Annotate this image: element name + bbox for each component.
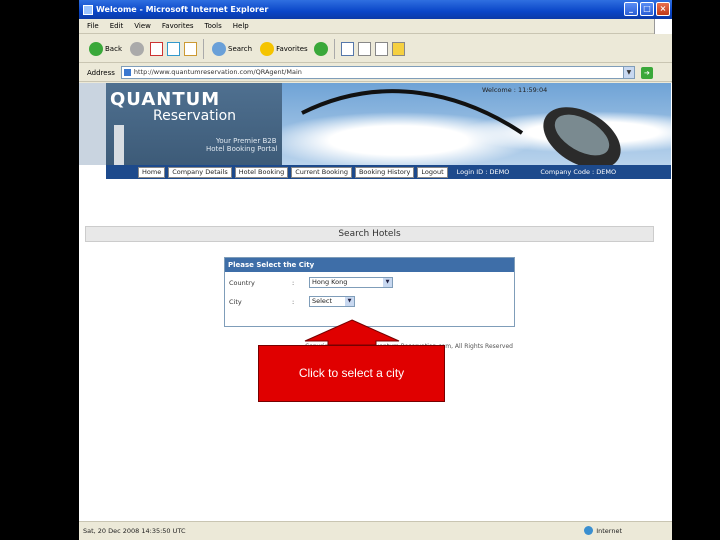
country-row: Country : Hong Kong ▼ <box>229 277 509 288</box>
messenger-icon[interactable] <box>391 41 405 56</box>
minimize-button[interactable]: _ <box>624 2 638 16</box>
city-row: City : Select ▼ <box>229 296 509 307</box>
search-label: Search <box>228 44 253 53</box>
mail-icon[interactable] <box>340 41 354 56</box>
window-controls: _ □ × <box>624 2 670 16</box>
window-title: Welcome - Microsoft Internet Explorer <box>96 5 269 14</box>
site-banner: QUANTUM Reservation Your Premier B2B Hot… <box>79 83 671 165</box>
nav-current-booking[interactable]: Current Booking <box>291 166 352 178</box>
nav-company-details[interactable]: Company Details <box>168 166 232 178</box>
toolbar-separator <box>203 38 204 59</box>
maximize-button[interactable]: □ <box>640 2 654 16</box>
star-icon <box>260 41 275 56</box>
brand-sub: Reservation <box>153 108 237 124</box>
slide-stage: Welcome - Microsoft Internet Explorer _ … <box>0 0 720 540</box>
menu-view[interactable]: View <box>134 22 151 30</box>
search-hotels-header: Search Hotels <box>85 226 654 242</box>
print-icon[interactable] <box>357 41 371 56</box>
favorites-button[interactable]: Favorites <box>258 39 310 59</box>
city-value: Select <box>312 297 333 305</box>
country-value: Hong Kong <box>312 278 348 286</box>
address-label: Address <box>87 68 115 77</box>
brand-tagline-2: Hotel Booking Portal <box>206 145 278 153</box>
panel-title: Please Select the City <box>225 258 514 272</box>
back-arrow-icon <box>89 41 103 56</box>
country-select[interactable]: Hong Kong ▼ <box>309 277 393 288</box>
menu-help[interactable]: Help <box>233 22 249 30</box>
nav-booking-history[interactable]: Booking History <box>354 166 415 178</box>
brand-name: QUANTUM <box>110 89 221 110</box>
refresh-icon[interactable] <box>167 41 180 56</box>
back-label: Back <box>105 44 122 53</box>
city-label: City <box>229 297 242 306</box>
search-button[interactable]: Search <box>210 39 254 59</box>
standard-toolbar: Back Search Favorites <box>79 35 672 63</box>
status-text: Sat, 20 Dec 2008 14:35:50 UTC <box>83 527 186 535</box>
company-code: Company Code : DEMO <box>540 168 617 176</box>
search-icon <box>212 41 226 56</box>
city-colon: : <box>292 297 295 306</box>
page-content: QUANTUM Reservation Your Premier B2B Hot… <box>79 83 672 521</box>
menu-favorites[interactable]: Favorites <box>162 22 194 30</box>
globe-icon <box>584 526 594 535</box>
banner-pillar-graphic <box>114 125 124 165</box>
edit-icon[interactable] <box>374 41 388 56</box>
back-button[interactable]: Back <box>87 39 124 59</box>
nav-home[interactable]: Home <box>138 166 166 178</box>
instruction-callout: Click to select a city <box>258 345 445 402</box>
country-label: Country <box>229 278 255 287</box>
mouse-graphic <box>301 89 621 165</box>
address-input[interactable]: http://www.quantumreservation.com/QRAgen… <box>120 66 635 79</box>
site-nav: Home Company Details Hotel Booking Curre… <box>106 165 671 179</box>
brand-tagline-1: Your Premier B2B <box>216 137 277 145</box>
forward-arrow-icon <box>130 41 144 56</box>
go-button[interactable]: ➔ <box>640 66 653 79</box>
close-button[interactable]: × <box>656 2 670 16</box>
chevron-down-icon: ▼ <box>345 297 354 306</box>
menu-tools[interactable]: Tools <box>205 22 222 30</box>
address-url: http://www.quantumreservation.com/QRAgen… <box>133 68 302 76</box>
menu-bar: File Edit View Favorites Tools Help <box>79 19 672 34</box>
banner-image <box>282 83 671 165</box>
ie-app-icon <box>83 4 93 15</box>
brand-block: QUANTUM Reservation Your Premier B2B Hot… <box>106 83 282 165</box>
forward-button[interactable] <box>128 39 146 59</box>
security-zone: Internet <box>584 526 622 535</box>
country-colon: : <box>292 278 295 287</box>
menu-edit[interactable]: Edit <box>110 22 124 30</box>
login-id: Login ID : DEMO <box>456 168 510 176</box>
nav-hotel-booking[interactable]: Hotel Booking <box>234 166 289 178</box>
title-bar: Welcome - Microsoft Internet Explorer _ … <box>79 0 672 19</box>
stop-icon[interactable] <box>150 41 163 56</box>
callout-arrow-icon <box>304 319 400 345</box>
zone-label: Internet <box>596 526 622 535</box>
windows-logo-icon <box>654 19 672 34</box>
city-select-panel: Please Select the City Country : Hong Ko… <box>224 257 515 327</box>
home-icon[interactable] <box>184 41 197 56</box>
welcome-time: Welcome : 11:59:04 <box>482 86 548 94</box>
status-bar: Sat, 20 Dec 2008 14:35:50 UTC Internet <box>79 521 672 540</box>
chevron-down-icon: ▼ <box>383 278 392 287</box>
page-icon <box>123 69 131 76</box>
chevron-down-icon[interactable]: ▼ <box>622 67 634 78</box>
callout-text: Click to select a city <box>298 366 405 380</box>
nav-logout[interactable]: Logout <box>417 166 448 178</box>
menu-file[interactable]: File <box>87 22 99 30</box>
favorites-label: Favorites <box>276 44 308 53</box>
browser-window: Welcome - Microsoft Internet Explorer _ … <box>79 0 672 540</box>
history-icon[interactable] <box>313 41 328 56</box>
address-bar: Address http://www.quantumreservation.co… <box>79 64 672 82</box>
toolbar-separator <box>333 38 335 59</box>
city-select[interactable]: Select ▼ <box>309 296 355 307</box>
